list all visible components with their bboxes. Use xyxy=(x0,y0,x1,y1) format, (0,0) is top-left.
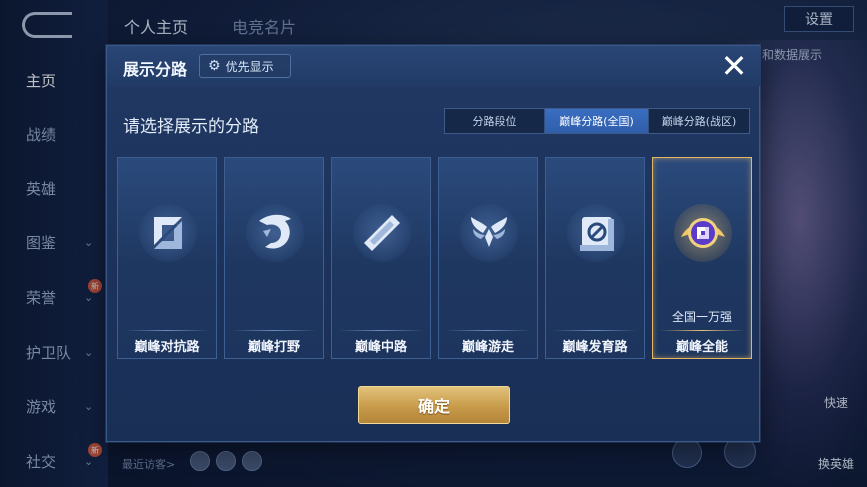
rank-note: 全国一万强 xyxy=(671,310,732,324)
modal-title: 展示分路 xyxy=(123,60,188,79)
lane-card-mid[interactable]: 巅峰中路 xyxy=(331,157,431,359)
priority-display-button[interactable]: ⚙ 优先显示 xyxy=(199,54,291,78)
tab-peak-lane-region[interactable]: 巅峰分路(战区) xyxy=(649,109,749,133)
tab-lane-rank[interactable]: 分路段位 xyxy=(445,109,545,133)
confirm-button[interactable]: 确定 xyxy=(358,386,510,424)
card-divider xyxy=(124,330,210,331)
priority-display-label: 优先显示 xyxy=(225,59,274,74)
lane-card-roam[interactable]: 巅峰游走 xyxy=(438,157,538,359)
crossed-swords-icon xyxy=(139,204,197,262)
lane-card-all-rounder[interactable]: 全国一万强 巅峰全能 xyxy=(652,157,752,359)
card-divider xyxy=(552,330,638,331)
lane-card-label: 巅峰全能 xyxy=(675,340,728,355)
card-divider xyxy=(231,330,317,331)
lane-card-label: 巅峰发育路 xyxy=(562,340,628,355)
tab-peak-lane-national[interactable]: 巅峰分路(全国) xyxy=(545,109,649,133)
all-rounder-badge-icon xyxy=(674,204,732,262)
lane-card-label: 巅峰打野 xyxy=(247,340,300,355)
lane-rank-tabs: 分路段位 巅峰分路(全国) 巅峰分路(战区) xyxy=(444,108,750,134)
lane-card-clash[interactable]: 巅峰对抗路 xyxy=(117,157,217,359)
staff-icon xyxy=(353,204,411,262)
lane-card-label: 巅峰对抗路 xyxy=(134,340,200,355)
lane-card-label: 巅峰中路 xyxy=(354,340,407,355)
gear-icon: ⚙ xyxy=(208,58,221,74)
lane-card-label: 巅峰游走 xyxy=(461,340,514,355)
dragon-icon xyxy=(246,204,304,262)
lane-card-jungle[interactable]: 巅峰打野 xyxy=(224,157,324,359)
select-lane-heading: 请选择展示的分路 xyxy=(123,117,259,137)
wings-icon xyxy=(460,204,518,262)
modal-header: 展示分路 ⚙ 优先显示 ✕ xyxy=(107,46,761,86)
lane-card-farm[interactable]: 巅峰发育路 xyxy=(545,157,645,359)
lane-display-modal: 展示分路 ⚙ 优先显示 ✕ 请选择展示的分路 分路段位 巅峰分路(全国) 巅峰分… xyxy=(106,45,761,442)
card-divider xyxy=(445,330,531,331)
card-divider xyxy=(659,330,745,331)
close-icon[interactable]: ✕ xyxy=(717,50,751,82)
target-icon xyxy=(567,204,625,262)
card-divider xyxy=(338,330,424,331)
